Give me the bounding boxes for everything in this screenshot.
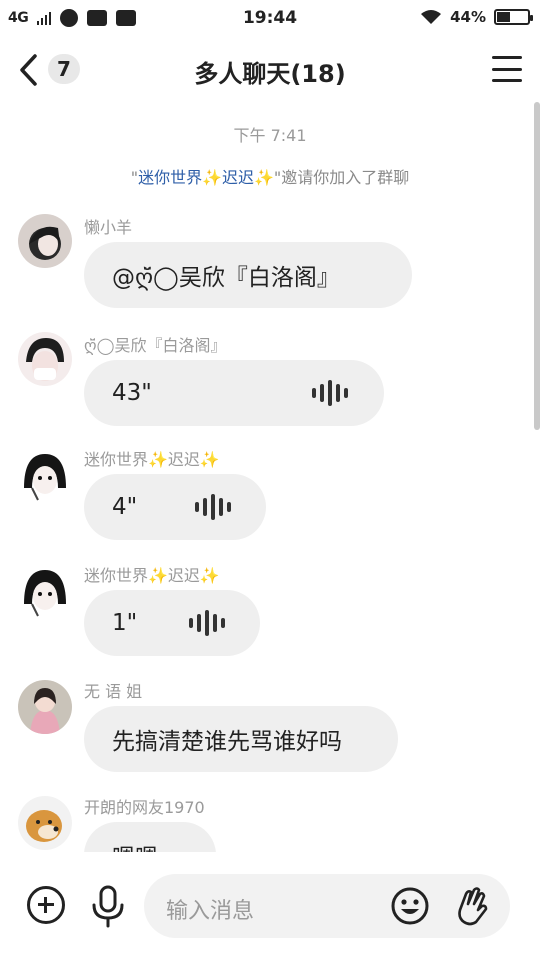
avatar[interactable] xyxy=(18,332,72,386)
wifi-icon xyxy=(421,10,442,24)
voice-message-bubble[interactable]: 43" xyxy=(84,360,384,426)
avatar-image xyxy=(18,448,72,502)
voice-duration: 43" xyxy=(112,380,152,406)
voice-wave-icon xyxy=(195,492,231,522)
input-bar: 输入消息 xyxy=(0,852,540,960)
voice-wave-icon xyxy=(312,378,348,408)
avatar[interactable] xyxy=(18,214,72,268)
microphone-icon xyxy=(92,885,124,928)
avatar-image xyxy=(18,680,72,734)
menu-icon xyxy=(492,56,522,59)
message-list[interactable]: 下午 7:41 "迷你世界✨迟迟✨"邀请你加入了群聊 懒小羊 @ღ̆̈◯吴欣『白… xyxy=(0,102,540,852)
voice-duration: 1" xyxy=(112,610,138,636)
avatar[interactable] xyxy=(18,448,72,502)
scrollbar[interactable] xyxy=(534,102,540,430)
status-bar: 4G 19:44 44% xyxy=(0,0,540,36)
message-bubble[interactable]: 先搞清楚谁先骂谁好吗 xyxy=(84,706,398,772)
message-bubble[interactable]: 嗯嗯 xyxy=(84,822,216,852)
avatar[interactable] xyxy=(18,564,72,618)
voice-message-bubble[interactable]: 1" xyxy=(84,590,260,656)
inviter-name[interactable]: 迷你世界✨迟迟✨ xyxy=(138,168,274,187)
chat-header: 7 多人聊天(18) xyxy=(0,36,540,102)
battery-icon xyxy=(494,9,533,25)
message-bubble[interactable]: @ღ̆̈◯吴欣『白洛阁』 xyxy=(84,242,412,308)
microphone-button[interactable] xyxy=(88,884,128,928)
sender-name: 无 语 姐 xyxy=(84,682,143,701)
avatar-image xyxy=(18,332,72,386)
avatar[interactable] xyxy=(18,680,72,734)
voice-message-bubble[interactable]: 4" xyxy=(84,474,266,540)
avatar[interactable] xyxy=(18,796,72,850)
input-placeholder: 输入消息 xyxy=(166,899,255,924)
sender-name: 懒小羊 xyxy=(84,218,133,237)
avatar-image xyxy=(18,796,72,850)
message-input[interactable]: 输入消息 xyxy=(144,874,510,938)
avatar-image xyxy=(18,564,72,618)
sender-name: 迷你世界✨迟迟✨ xyxy=(84,566,220,585)
menu-button[interactable] xyxy=(492,56,522,82)
sender-name: ღ̆̈◯吴欣『白洛阁』 xyxy=(84,336,227,355)
sender-name: 迷你世界✨迟迟✨ xyxy=(84,450,220,469)
battery-percent: 44% xyxy=(450,8,486,26)
message-text: @ღ̆̈◯吴欣『白洛阁』 xyxy=(112,265,340,291)
voice-wave-icon xyxy=(189,608,225,638)
sender-name: 开朗的网友1970 xyxy=(84,798,205,817)
message-text: 先搞清楚谁先骂谁好吗 xyxy=(112,729,342,755)
gesture-button[interactable] xyxy=(452,884,492,928)
emoji-button[interactable] xyxy=(390,886,430,926)
avatar-image xyxy=(18,214,72,268)
voice-duration: 4" xyxy=(112,494,138,520)
hand-wave-icon xyxy=(458,887,488,926)
status-right: 44% xyxy=(420,8,533,26)
message-text: 嗯嗯 xyxy=(112,838,158,852)
plus-circle-icon[interactable] xyxy=(27,886,65,924)
time-separator: 下午 7:41 xyxy=(233,126,307,145)
smiley-icon xyxy=(391,887,429,925)
page-title: 多人聊天(18) xyxy=(194,60,346,88)
system-message: "迷你世界✨迟迟✨"邀请你加入了群聊 xyxy=(130,168,410,187)
